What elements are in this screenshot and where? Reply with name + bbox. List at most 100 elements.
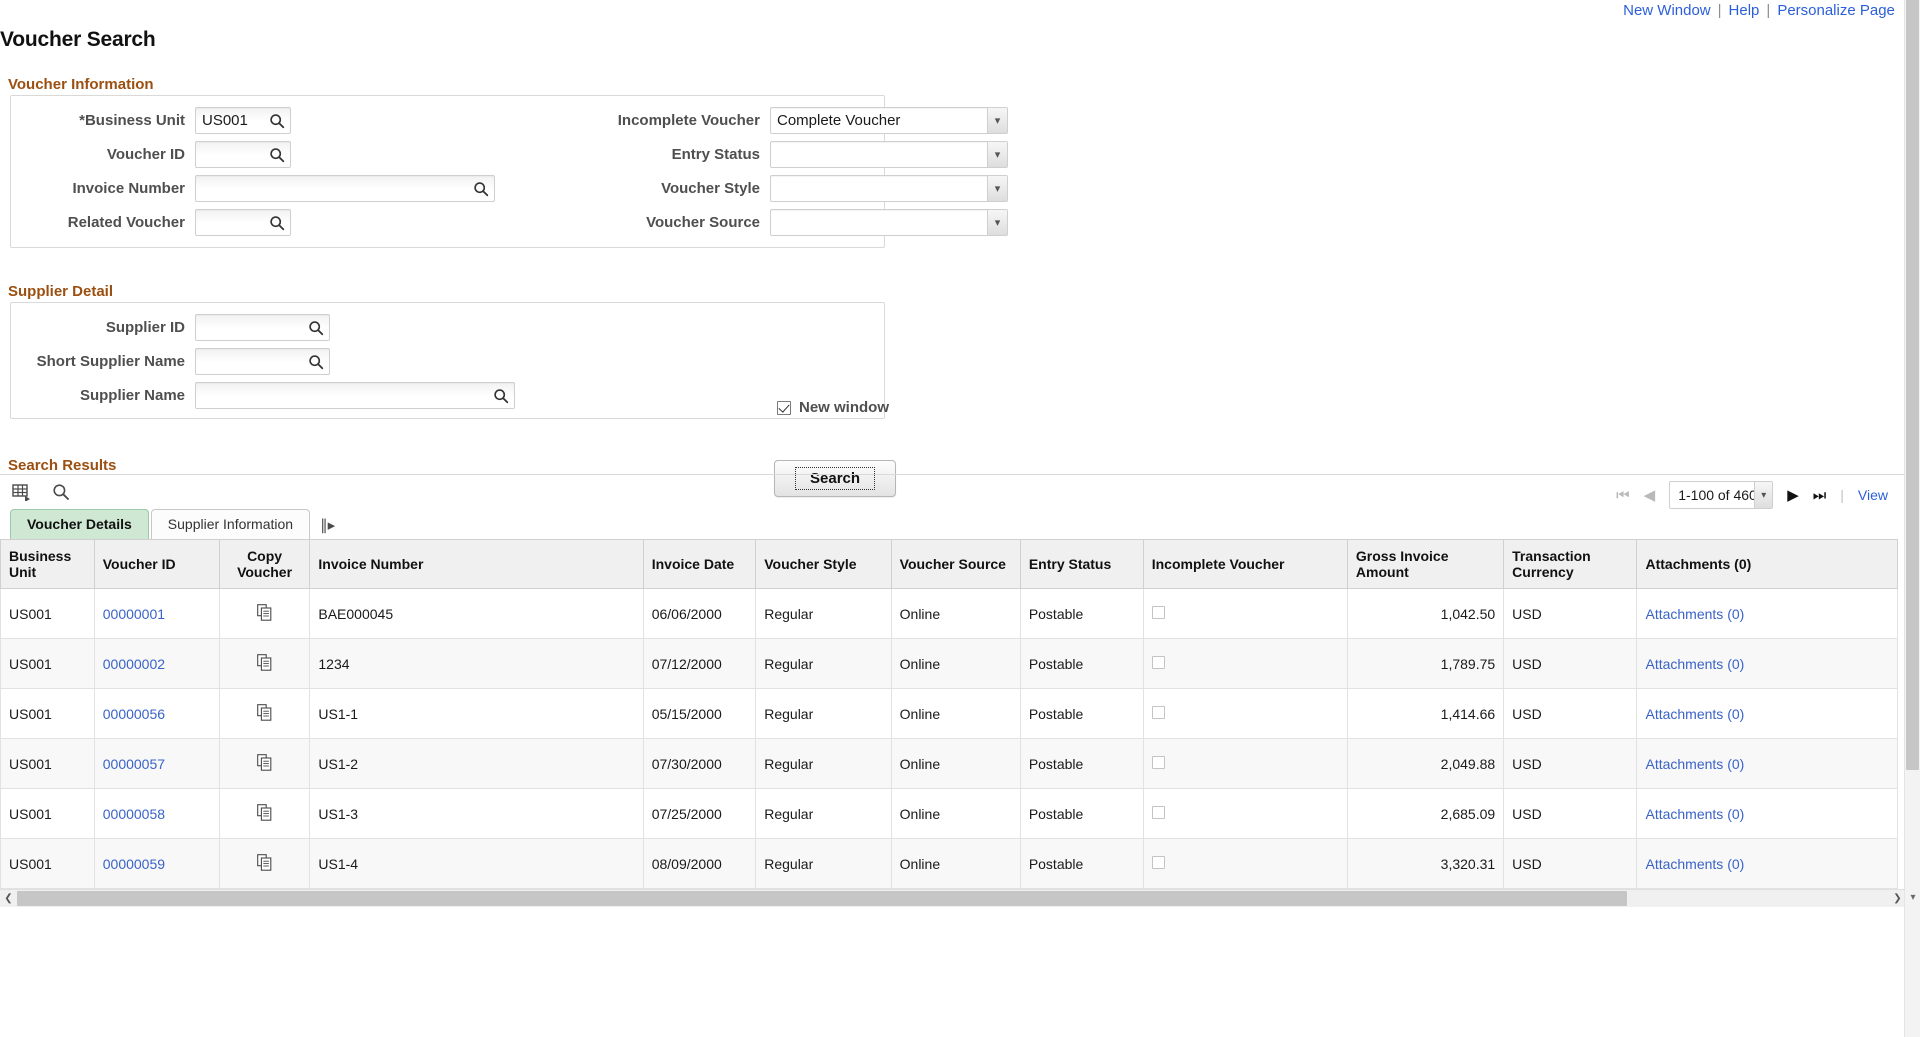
voucher-id-input[interactable] xyxy=(195,141,291,168)
column-copy-voucher[interactable]: Copy Voucher xyxy=(219,540,310,589)
voucher-id-link[interactable]: 00000002 xyxy=(103,656,165,672)
cell-copy-voucher[interactable] xyxy=(219,639,310,689)
chevron-down-icon[interactable]: ▾ xyxy=(987,176,1007,201)
voucher-source-select[interactable]: ▾ xyxy=(770,209,1008,236)
cell-copy-voucher[interactable] xyxy=(219,589,310,639)
search-icon[interactable] xyxy=(269,215,285,231)
column-transaction-currency[interactable]: Transaction Currency xyxy=(1504,540,1637,589)
help-link[interactable]: Help xyxy=(1729,2,1760,19)
next-page-icon[interactable]: ▶ xyxy=(1787,488,1799,503)
attachments-link[interactable]: Attachments (0) xyxy=(1645,856,1744,872)
cell-incomplete-voucher[interactable] xyxy=(1143,639,1347,689)
column-voucher-source[interactable]: Voucher Source xyxy=(891,540,1020,589)
supplier-id-input[interactable] xyxy=(195,314,330,341)
hscroll-thumb[interactable] xyxy=(17,891,1627,906)
column-invoice-number[interactable]: Invoice Number xyxy=(310,540,643,589)
search-icon[interactable] xyxy=(269,113,285,129)
column-gross-invoice-amount[interactable]: Gross Invoice Amount xyxy=(1347,540,1503,589)
column-business-unit[interactable]: Business Unit xyxy=(1,540,95,589)
attachments-link[interactable]: Attachments (0) xyxy=(1645,806,1744,822)
cell-entry-status: Postable xyxy=(1020,689,1143,739)
cell-incomplete-voucher[interactable] xyxy=(1143,589,1347,639)
view-all-link[interactable]: View xyxy=(1858,487,1888,503)
voucher-id-link[interactable]: 00000001 xyxy=(103,606,165,622)
previous-page-icon[interactable]: ◀ xyxy=(1644,488,1656,503)
incomplete-voucher-checkbox[interactable] xyxy=(1152,706,1165,719)
chevron-down-icon[interactable]: ▾ xyxy=(987,108,1007,133)
horizontal-scrollbar[interactable]: ❮ ❯ xyxy=(0,889,1906,906)
incomplete-voucher-checkbox[interactable] xyxy=(1152,606,1165,619)
incomplete-voucher-select[interactable]: Complete Voucher ▾ xyxy=(770,107,1008,134)
field-label-voucher-source: Voucher Source xyxy=(530,214,760,231)
scroll-down-icon[interactable]: ▾ xyxy=(1905,889,1920,905)
last-page-icon[interactable]: ⏭ xyxy=(1813,488,1827,503)
incomplete-voucher-checkbox[interactable] xyxy=(1152,656,1165,669)
personalize-page-link[interactable]: Personalize Page xyxy=(1777,2,1895,19)
cell-voucher-source: Online xyxy=(891,689,1020,739)
incomplete-voucher-checkbox[interactable] xyxy=(1152,806,1165,819)
new-window-checkbox-row[interactable]: New window xyxy=(777,399,889,416)
incomplete-voucher-checkbox[interactable] xyxy=(1152,856,1165,869)
supplier-name-input[interactable] xyxy=(195,382,515,409)
grid-find-icon[interactable] xyxy=(52,483,70,501)
voucher-id-link[interactable]: 00000057 xyxy=(103,756,165,772)
column-entry-status[interactable]: Entry Status xyxy=(1020,540,1143,589)
grid-personalize-icon[interactable] xyxy=(12,483,32,501)
copy-document-icon[interactable] xyxy=(257,704,272,721)
chevron-down-icon[interactable]: ▾ xyxy=(987,210,1007,235)
entry-status-select[interactable]: ▾ xyxy=(770,141,1008,168)
incomplete-voucher-checkbox[interactable] xyxy=(1152,756,1165,769)
new-window-link[interactable]: New Window xyxy=(1623,2,1711,19)
page-range-select[interactable]: 1-100 of 460 ▾ xyxy=(1669,481,1773,509)
cell-invoice-number: US1-4 xyxy=(310,839,643,889)
voucher-id-link[interactable]: 00000059 xyxy=(103,856,165,872)
short-supplier-name-input[interactable] xyxy=(195,348,330,375)
copy-document-icon[interactable] xyxy=(257,804,272,821)
hscroll-track[interactable] xyxy=(17,890,1889,907)
new-window-checkbox[interactable] xyxy=(777,401,791,415)
chevron-down-icon[interactable]: ▾ xyxy=(987,142,1007,167)
tab-voucher-details[interactable]: Voucher Details xyxy=(10,509,149,539)
chevron-down-icon[interactable]: ▾ xyxy=(1754,482,1772,508)
attachments-link[interactable]: Attachments (0) xyxy=(1645,606,1744,622)
copy-document-icon[interactable] xyxy=(257,654,272,671)
column-invoice-date[interactable]: Invoice Date xyxy=(643,540,756,589)
invoice-number-input[interactable] xyxy=(195,175,495,202)
cell-incomplete-voucher[interactable] xyxy=(1143,839,1347,889)
voucher-style-select[interactable]: ▾ xyxy=(770,175,1008,202)
voucher-id-link[interactable]: 00000056 xyxy=(103,706,165,722)
copy-document-icon[interactable] xyxy=(257,604,272,621)
vscroll-thumb[interactable] xyxy=(1906,0,1919,770)
cell-incomplete-voucher[interactable] xyxy=(1143,689,1347,739)
cell-copy-voucher[interactable] xyxy=(219,739,310,789)
cell-gross-invoice-amount: 3,320.31 xyxy=(1347,839,1503,889)
search-icon[interactable] xyxy=(473,181,489,197)
copy-document-icon[interactable] xyxy=(257,854,272,871)
search-icon[interactable] xyxy=(308,354,324,370)
voucher-id-link[interactable]: 00000058 xyxy=(103,806,165,822)
scroll-left-icon[interactable]: ❮ xyxy=(0,890,17,907)
column-attachments[interactable]: Attachments (0) xyxy=(1637,540,1898,589)
column-voucher-style[interactable]: Voucher Style xyxy=(756,540,891,589)
expand-tabs-icon[interactable]: ∥▸ xyxy=(320,516,335,539)
cell-copy-voucher[interactable] xyxy=(219,839,310,889)
cell-incomplete-voucher[interactable] xyxy=(1143,739,1347,789)
search-icon[interactable] xyxy=(308,320,324,336)
related-voucher-input[interactable] xyxy=(195,209,291,236)
attachments-link[interactable]: Attachments (0) xyxy=(1645,706,1744,722)
pager-divider: | xyxy=(1840,487,1844,503)
vertical-scrollbar[interactable]: ▾ xyxy=(1904,0,1920,1037)
cell-copy-voucher[interactable] xyxy=(219,789,310,839)
search-icon[interactable] xyxy=(269,147,285,163)
column-incomplete-voucher[interactable]: Incomplete Voucher xyxy=(1143,540,1347,589)
cell-copy-voucher[interactable] xyxy=(219,689,310,739)
attachments-link[interactable]: Attachments (0) xyxy=(1645,656,1744,672)
tab-supplier-information[interactable]: Supplier Information xyxy=(151,509,310,539)
column-voucher-id[interactable]: Voucher ID xyxy=(94,540,219,589)
business-unit-input[interactable]: US001 xyxy=(195,107,291,134)
cell-incomplete-voucher[interactable] xyxy=(1143,789,1347,839)
search-icon[interactable] xyxy=(493,388,509,404)
first-page-icon[interactable]: ⏮ xyxy=(1616,488,1630,503)
attachments-link[interactable]: Attachments (0) xyxy=(1645,756,1744,772)
copy-document-icon[interactable] xyxy=(257,754,272,771)
